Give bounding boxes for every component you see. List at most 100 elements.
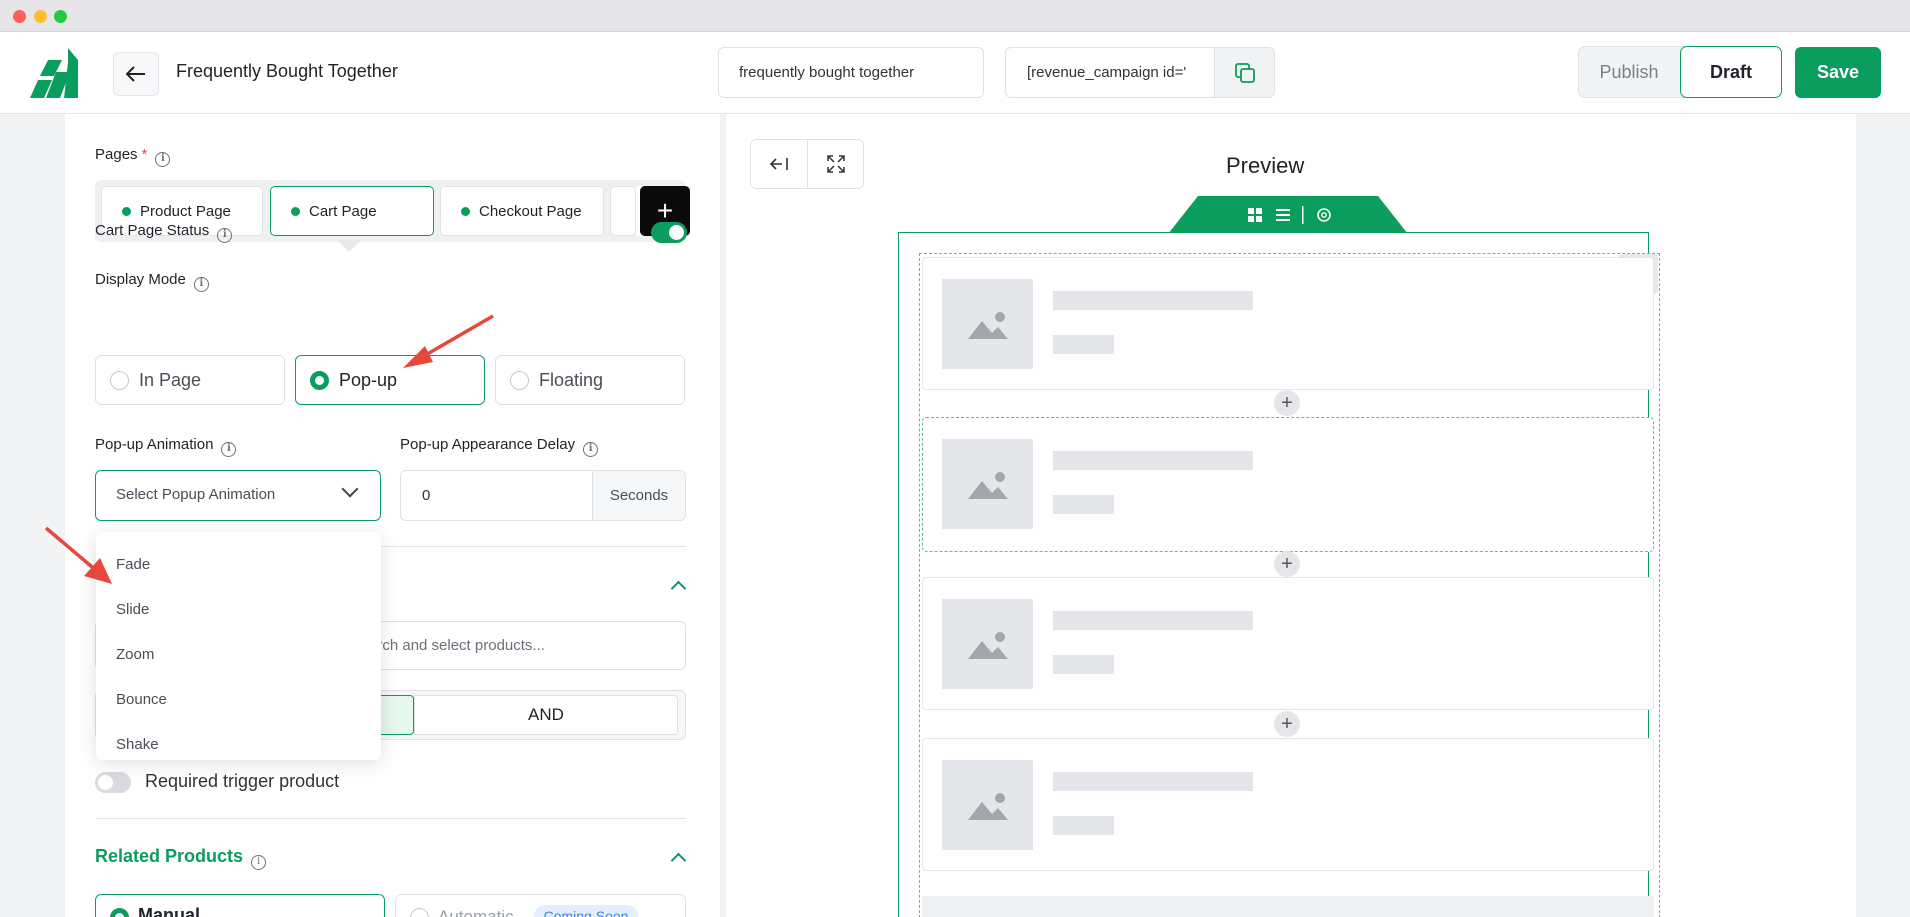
required-trigger-toggle[interactable] (95, 772, 131, 793)
animation-option-slide[interactable]: Slide (116, 601, 149, 618)
radio-selected-icon (110, 908, 129, 917)
price-placeholder (1053, 655, 1114, 674)
divider (95, 818, 686, 819)
popup-delay-unit: Seconds (592, 471, 685, 520)
required-mark: * (141, 146, 148, 163)
info-icon[interactable]: i (193, 277, 209, 292)
product-card[interactable] (922, 257, 1654, 390)
tab-more[interactable] (610, 186, 636, 236)
display-mode-floating[interactable]: Floating (495, 355, 685, 405)
info-icon[interactable]: i (155, 152, 171, 167)
required-trigger-label: Required trigger product (145, 771, 340, 791)
preview-toolbar (750, 139, 864, 189)
popup-delay-field: 0 Seconds (400, 470, 686, 521)
animation-option-zoom[interactable]: Zoom (116, 646, 154, 663)
popup-animation-label: Pop-up Animation i (95, 436, 237, 457)
shortcode-text: [revenue_campaign id=' (1027, 64, 1187, 81)
arrow-left-bar-icon (769, 158, 788, 170)
tab-checkout-page[interactable]: Checkout Page (440, 186, 604, 236)
brand-logo-icon (30, 48, 78, 98)
publish-status-toggle: Publish Draft (1578, 46, 1782, 98)
window-titlebar (0, 0, 1910, 32)
display-mode-label: Display Mode i (95, 271, 209, 292)
related-products-title: Related Products i (95, 846, 267, 870)
popup-animation-select[interactable]: Select Popup Animation (95, 470, 381, 521)
animation-option-bounce[interactable]: Bounce (116, 691, 167, 708)
chevron-up-icon[interactable] (670, 852, 687, 869)
price-placeholder (1053, 816, 1114, 835)
tab-label: Cart Page (309, 202, 377, 220)
image-placeholder-icon (942, 439, 1033, 529)
back-button[interactable] (113, 52, 159, 96)
radio-icon (510, 371, 529, 390)
image-placeholder-icon (942, 279, 1033, 369)
cart-status-label: Cart Page Status i (95, 222, 233, 243)
annotation-arrow-icon (44, 526, 112, 584)
info-icon[interactable]: i (583, 442, 599, 457)
draft-button[interactable]: Draft (1680, 46, 1782, 98)
title-placeholder (1053, 611, 1253, 630)
chevron-up-icon[interactable] (670, 580, 687, 597)
product-card[interactable] (922, 417, 1654, 552)
shortcode-field[interactable]: [revenue_campaign id=' (1005, 47, 1275, 98)
coming-soon-badge: Coming Soon (533, 905, 639, 917)
animation-option-fade[interactable]: Fade (116, 556, 150, 573)
fullscreen-button[interactable] (808, 140, 864, 188)
copy-shortcode-button[interactable] (1214, 48, 1274, 97)
image-placeholder-icon (942, 599, 1033, 689)
maximize-window-button[interactable] (54, 10, 67, 23)
preview-panel: Preview + + + (726, 114, 1856, 917)
info-icon[interactable]: i (221, 442, 237, 457)
collapse-sidebar-button[interactable] (751, 140, 807, 188)
settings-panel: Pages * i Product Page Cart Page Checkout … (65, 114, 720, 917)
minimize-window-button[interactable] (34, 10, 47, 23)
tab-label: Checkout Page (479, 202, 582, 220)
preview-title: Preview (1226, 153, 1305, 178)
list-view-icon[interactable] (1276, 209, 1290, 221)
popup-delay-label: Pop-up Appearance Delay i (400, 436, 599, 457)
status-dot-icon (291, 207, 300, 216)
app-header: Frequently Bought Together frequently bo… (0, 32, 1910, 114)
page-title: Frequently Bought Together (176, 61, 398, 81)
logic-and-button[interactable]: AND (414, 695, 678, 735)
tab-label: Product Page (140, 202, 231, 220)
radio-icon (410, 908, 429, 917)
add-item-icon[interactable]: + (1274, 390, 1300, 416)
popup-animation-dropdown: Fade Slide Zoom Bounce Shake (96, 532, 381, 760)
price-placeholder (1053, 495, 1114, 514)
layout-toolbar (1168, 196, 1408, 234)
pages-label: Pages * i (95, 146, 171, 167)
popup-footer-placeholder (922, 896, 1654, 917)
status-dot-icon (122, 207, 131, 216)
title-placeholder (1053, 451, 1253, 470)
title-placeholder (1053, 772, 1253, 791)
campaign-name-input[interactable]: frequently bought together (718, 47, 984, 98)
image-placeholder-icon (942, 760, 1033, 850)
radio-selected-icon (310, 371, 329, 390)
info-icon[interactable]: i (251, 855, 267, 870)
animation-option-shake[interactable]: Shake (116, 736, 159, 753)
tab-pointer (337, 240, 361, 252)
related-manual-option[interactable]: Manual (95, 894, 385, 917)
price-placeholder (1053, 335, 1114, 354)
cart-status-toggle[interactable] (651, 222, 687, 243)
publish-button[interactable]: Publish (1579, 47, 1679, 97)
radio-icon (110, 371, 129, 390)
product-card[interactable] (922, 577, 1654, 710)
status-dot-icon (461, 207, 470, 216)
tab-cart-page[interactable]: Cart Page (270, 186, 434, 236)
add-item-icon[interactable]: + (1274, 711, 1300, 737)
close-window-button[interactable] (13, 10, 26, 23)
arrow-left-icon (126, 66, 145, 82)
info-icon[interactable]: i (217, 228, 233, 243)
display-mode-in-page[interactable]: In Page (95, 355, 285, 405)
title-placeholder (1053, 291, 1253, 310)
related-automatic-option[interactable]: Automatic Coming Soon (395, 894, 686, 917)
add-item-icon[interactable]: + (1274, 551, 1300, 577)
save-button[interactable]: Save (1795, 47, 1881, 98)
copy-icon (1234, 62, 1255, 83)
popup-delay-input[interactable]: 0 (422, 471, 430, 520)
annotation-arrow-icon (403, 314, 494, 368)
product-card[interactable] (922, 738, 1654, 871)
expand-icon (827, 155, 845, 173)
